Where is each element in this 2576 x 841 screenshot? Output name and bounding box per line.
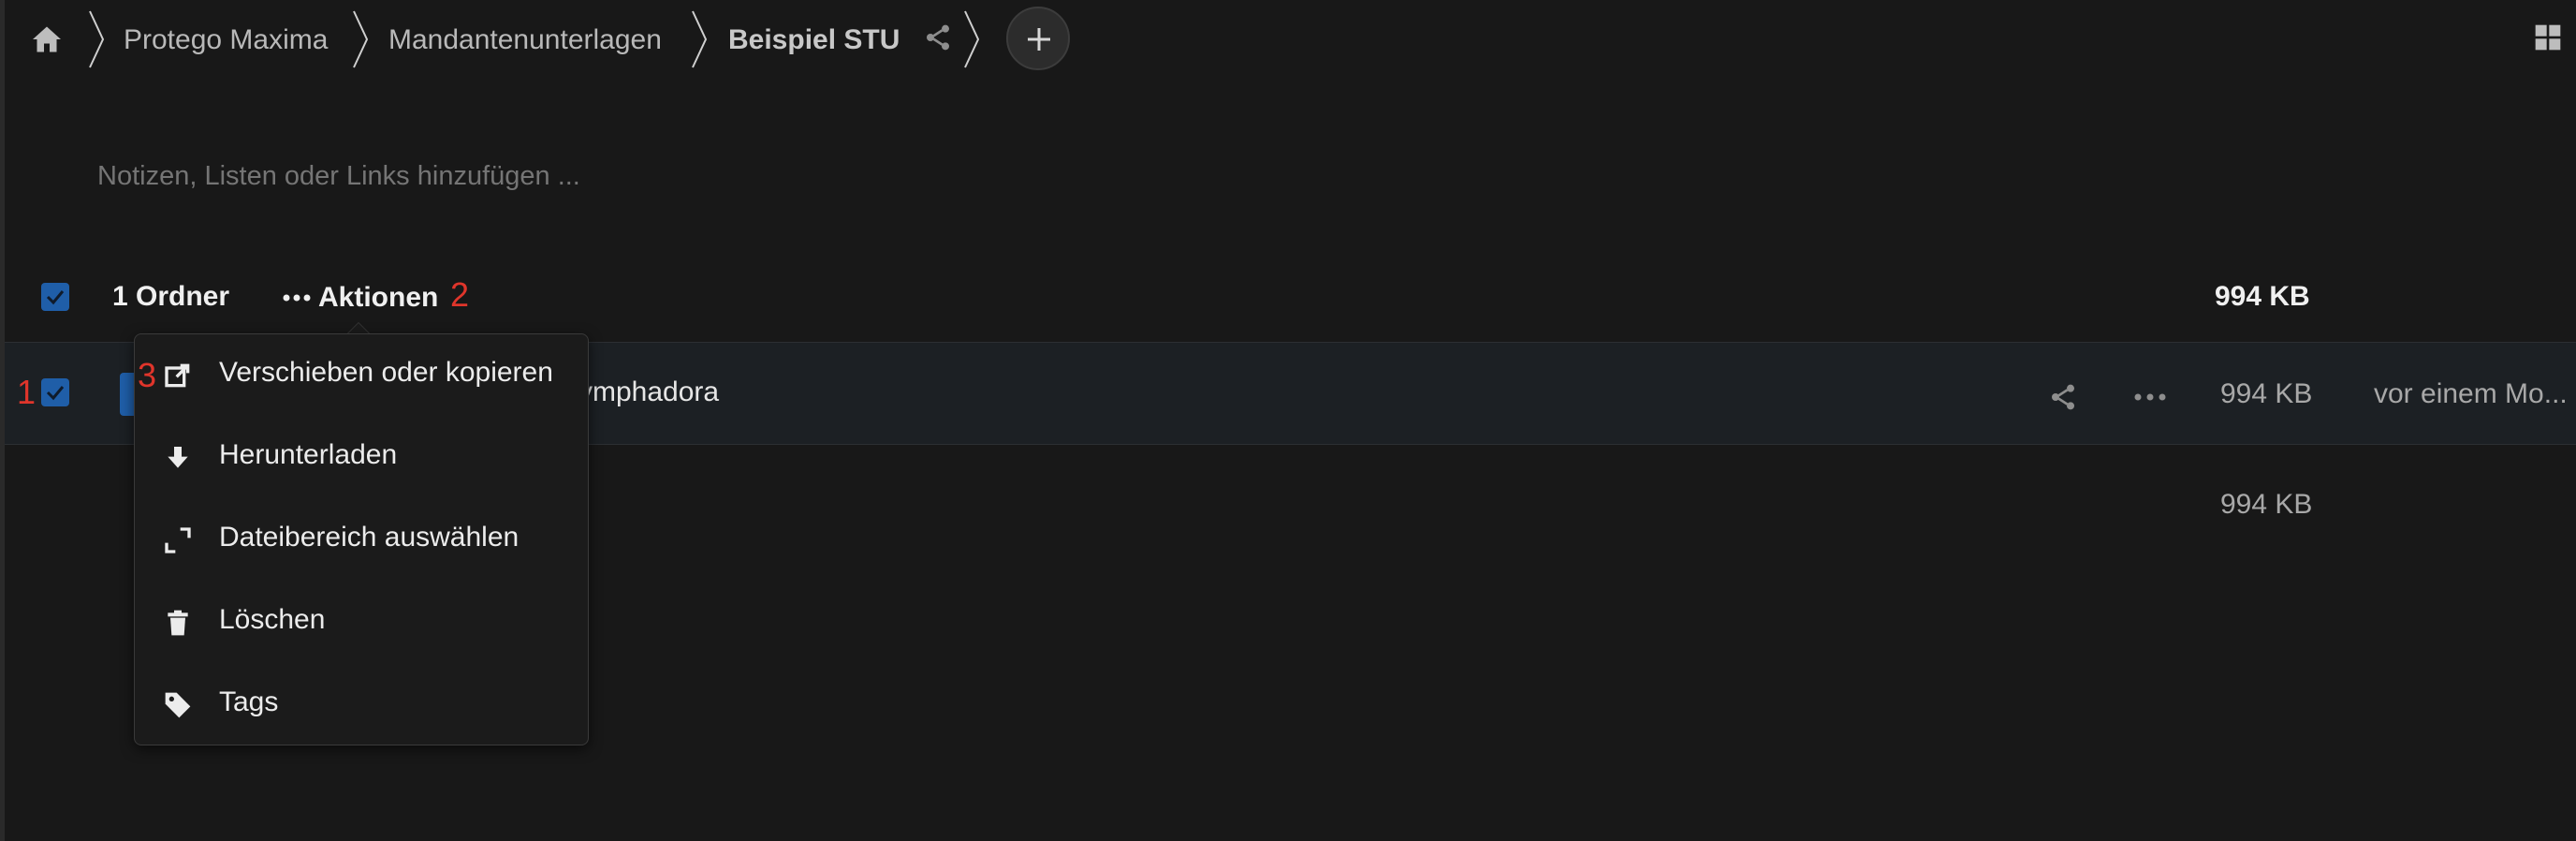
select-range-icon [165,527,191,553]
breadcrumb-item-protego-maxima[interactable]: Protego Maxima [124,22,328,58]
menu-item-label: Löschen [219,604,326,635]
select-all-checkbox[interactable] [41,283,69,311]
add-new-button[interactable] [1006,7,1070,70]
summary-size: 994 KB [2220,489,2313,520]
annotation-marker: 2 [450,275,470,314]
move-copy-icon [165,363,190,388]
menu-item-label: Verschieben oder kopieren [219,357,553,388]
share-icon[interactable] [923,22,953,52]
checkmark-icon [46,386,65,401]
chevron-separator-icon [692,10,708,68]
grid-view-icon[interactable] [2533,22,2563,52]
annotation-marker: 1 [17,373,37,411]
file-modified: vor einem Mo... [2374,378,2568,409]
download-icon [168,447,188,468]
file-name[interactable]: ymphadora [578,376,719,408]
folder-count: 1 Ordner [112,281,230,312]
more-actions-icon[interactable] [2134,393,2166,401]
chevron-separator-icon [964,10,980,68]
file-size: 994 KB [2220,378,2313,409]
actions-label: Aktionen [318,282,439,313]
annotation-marker: 3 [138,356,157,394]
actions-button[interactable]: Aktionen [283,279,438,317]
share-icon[interactable] [2046,382,2080,412]
menu-item-label: Tags [219,686,279,717]
breadcrumb: Protego Maxima Mandantenunterlagen Beisp… [0,0,2576,79]
menu-item-select-range[interactable]: Dateibereich auswählen [135,499,590,582]
home-icon[interactable] [30,22,64,56]
checkmark-icon [46,290,65,305]
menu-item-label: Dateibereich auswählen [219,522,520,553]
actions-menu: Verschieben oder kopieren Herunterladen … [134,333,589,745]
menu-item-move-copy[interactable]: Verschieben oder kopieren [135,334,590,417]
menu-item-download[interactable]: Herunterladen [135,417,590,499]
tag-icon [165,692,191,718]
breadcrumb-item-mandantenunterlagen[interactable]: Mandantenunterlagen [388,22,662,58]
menu-item-label: Herunterladen [219,439,398,470]
plus-icon [1028,28,1050,51]
row-checkbox[interactable] [41,378,69,406]
chevron-separator-icon [353,10,369,68]
total-size: 994 KB [2215,281,2310,312]
more-dots-icon [283,294,311,302]
notes-input[interactable] [97,161,940,192]
menu-item-delete[interactable]: Löschen [135,582,590,664]
breadcrumb-item-current: Beispiel STU [728,24,900,55]
trash-icon [168,610,188,636]
menu-item-tags[interactable]: Tags [135,664,590,746]
chevron-separator-icon [89,10,105,68]
